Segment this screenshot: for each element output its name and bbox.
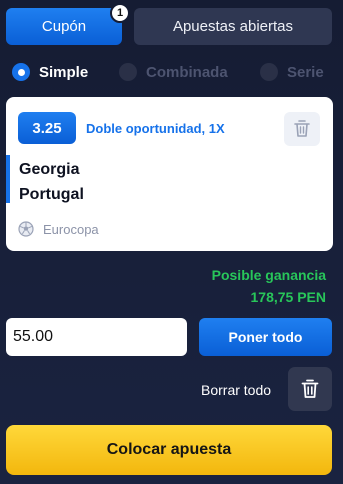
team-away: Portugal [19,186,84,203]
bet-type-serie-label: Serie [287,63,324,81]
potential-winnings-value: 178,75 PEN [250,289,327,305]
clear-all-button[interactable] [288,367,332,411]
soccer-ball-icon [18,221,34,237]
place-bet-button[interactable]: Colocar apuesta [6,425,332,475]
trash-icon [301,379,319,398]
trash-icon [294,120,310,137]
radio-selected-icon [12,63,30,81]
selection-accent-bar [6,155,10,203]
bet-type-combinada-label: Combinada [146,63,228,81]
league-name: Eurocopa [43,221,99,237]
coupon-count-badge: 1 [110,3,130,23]
all-in-label: Poner todo [228,329,303,345]
bet-type-combinada[interactable]: Combinada [119,63,228,81]
bet-type-serie[interactable]: Serie [260,63,324,81]
tab-coupon-label: Cupón [41,18,87,35]
coupon-tabs: Cupón 1 Apuestas abiertas [6,3,332,45]
clear-all-label: Borrar todo [201,382,272,398]
bet-selection-card: 3.25 Doble oportunidad, 1X Georgia Portu… [6,97,333,251]
tab-open-bets-label: Apuestas abiertas [172,18,294,35]
bet-type-simple[interactable]: Simple [12,63,88,81]
bet-type-selector: Simple Combinada Serie [12,63,333,87]
potential-winnings-label: Posible ganancia [211,267,326,283]
market-label: Doble oportunidad, 1X [86,121,225,136]
tab-open-bets[interactable]: Apuestas abiertas [134,8,332,45]
radio-unselected-icon [260,63,278,81]
stake-input[interactable] [6,318,187,356]
all-in-button[interactable]: Poner todo [199,318,332,356]
league-row: Eurocopa [18,221,99,237]
remove-selection-button[interactable] [284,112,320,146]
tab-coupon[interactable]: Cupón [6,8,122,45]
place-bet-label: Colocar apuesta [106,441,232,458]
radio-unselected-icon [119,63,137,81]
bet-type-simple-label: Simple [39,63,89,81]
odds-badge: 3.25 [18,112,76,144]
team-home: Georgia [19,161,80,178]
